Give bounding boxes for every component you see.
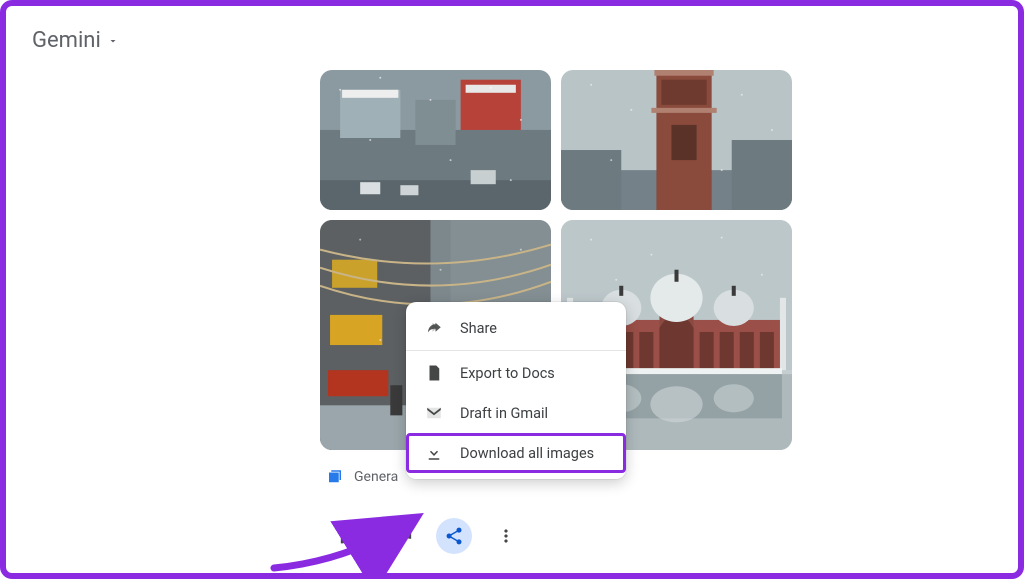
model-switcher[interactable]: Gemini — [32, 28, 119, 53]
download-icon — [424, 444, 444, 462]
more-options-button[interactable] — [488, 518, 524, 554]
share-menu-draft-gmail[interactable]: Draft in Gmail — [406, 393, 626, 433]
menu-separator — [406, 350, 626, 351]
share-menu-download-all[interactable]: Download all images — [406, 433, 626, 473]
share-menu-export-docs[interactable]: Export to Docs — [406, 353, 626, 393]
generation-caption: Genera — [326, 468, 398, 486]
share-menu-download-all-label: Download all images — [460, 445, 594, 462]
share-arrow-icon — [424, 319, 444, 337]
share-menu-share-label: Share — [460, 320, 497, 337]
thumbs-down-button[interactable] — [384, 518, 420, 554]
gmail-icon — [424, 404, 444, 422]
images-stack-icon — [326, 468, 344, 486]
result-image-2[interactable] — [561, 70, 792, 210]
result-image-1[interactable] — [320, 70, 551, 210]
response-action-bar — [332, 518, 524, 554]
share-menu-export-docs-label: Export to Docs — [460, 365, 555, 382]
caret-down-icon — [107, 35, 119, 47]
share-button[interactable] — [436, 518, 472, 554]
caption-text: Genera — [354, 469, 398, 485]
thumbs-up-button[interactable] — [332, 518, 368, 554]
share-menu-share[interactable]: Share — [406, 308, 626, 348]
docs-icon — [424, 364, 444, 382]
app-name: Gemini — [32, 28, 101, 53]
share-menu-draft-gmail-label: Draft in Gmail — [460, 405, 548, 422]
share-menu: Share Export to Docs Draft in Gmail Down… — [406, 302, 626, 479]
